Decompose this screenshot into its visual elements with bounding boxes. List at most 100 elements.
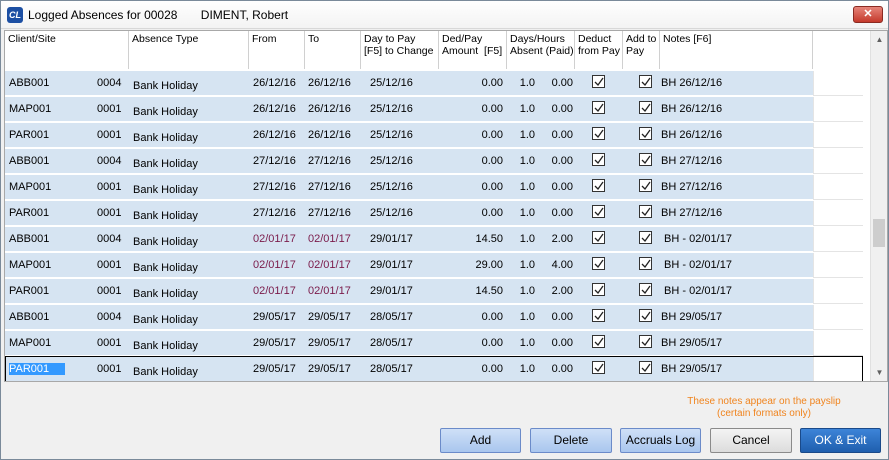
cell-client[interactable]: PAR001	[9, 129, 49, 142]
cell-client[interactable]: ABB001	[9, 233, 49, 246]
cell-amount[interactable]: 14.50	[439, 285, 503, 298]
cell-client[interactable]: PAR001	[9, 207, 49, 220]
cell-site[interactable]: 0001	[97, 363, 121, 376]
cell-notes[interactable]: BH - 02/01/17	[661, 233, 732, 246]
cell-to-date[interactable]: 02/01/17	[308, 285, 351, 298]
scroll-down-icon[interactable]: ▼	[871, 364, 887, 381]
cell-days[interactable]: 1.0	[507, 285, 535, 298]
cell-notes[interactable]: BH 26/12/16	[661, 103, 722, 116]
add-to-pay-checkbox[interactable]	[639, 179, 652, 192]
cell-to-date[interactable]: 29/05/17	[308, 363, 351, 376]
cell-days[interactable]: 1.0	[507, 181, 535, 194]
deduct-checkbox[interactable]	[592, 153, 605, 166]
cell-site[interactable]: 0004	[97, 155, 121, 168]
cell-amount[interactable]: 0.00	[439, 77, 503, 90]
cell-site[interactable]: 0001	[97, 103, 121, 116]
cell-from-date[interactable]: 02/01/17	[253, 259, 296, 272]
cell-client[interactable]: ABB001	[9, 311, 49, 324]
cell-paid-hours[interactable]: 0.00	[539, 363, 573, 376]
cell-site[interactable]: 0001	[97, 207, 121, 220]
cell-amount[interactable]: 0.00	[439, 103, 503, 116]
cell-notes[interactable]: BH 27/12/16	[661, 207, 722, 220]
deduct-checkbox[interactable]	[592, 231, 605, 244]
cell-days[interactable]: 1.0	[507, 103, 535, 116]
cell-day-to-pay[interactable]: 25/12/16	[370, 207, 413, 220]
cell-to-date[interactable]: 27/12/16	[308, 207, 351, 220]
cell-to-date[interactable]: 27/12/16	[308, 155, 351, 168]
cell-paid-hours[interactable]: 0.00	[539, 103, 573, 116]
cell-day-to-pay[interactable]: 25/12/16	[370, 77, 413, 90]
scroll-up-icon[interactable]: ▲	[871, 31, 887, 48]
cell-notes[interactable]: BH 29/05/17	[661, 337, 722, 350]
cell-days[interactable]: 1.0	[507, 129, 535, 142]
cell-from-date[interactable]: 02/01/17	[253, 285, 296, 298]
add-to-pay-checkbox[interactable]	[639, 153, 652, 166]
cell-absence-type[interactable]: Bank Holiday	[133, 236, 198, 249]
cell-site[interactable]: 0001	[97, 181, 121, 194]
cell-notes[interactable]: BH 27/12/16	[661, 181, 722, 194]
vertical-scrollbar[interactable]: ▲ ▼	[870, 31, 887, 381]
absence-row[interactable]: ABB001 0004 Bank Holiday 26/12/16 26/12/16 25…	[5, 71, 863, 97]
header-absence-type[interactable]: Absence Type	[129, 31, 249, 69]
absence-row[interactable]: ABB001 0004 Bank Holiday 27/12/16 27/12/16 25…	[5, 149, 863, 175]
cell-absence-type[interactable]: Bank Holiday	[133, 184, 198, 197]
cell-day-to-pay[interactable]: 28/05/17	[370, 311, 413, 324]
cell-paid-hours[interactable]: 0.00	[539, 155, 573, 168]
ok-exit-button[interactable]: OK & Exit	[800, 428, 881, 453]
cell-client[interactable]: MAP001	[9, 259, 51, 272]
cell-site[interactable]: 0001	[97, 259, 121, 272]
absence-row[interactable]: MAP001 0001 Bank Holiday 29/05/17 29/05/17 28…	[5, 331, 863, 357]
cell-amount[interactable]: 0.00	[439, 337, 503, 350]
cell-notes[interactable]: BH 27/12/16	[661, 155, 722, 168]
cell-day-to-pay[interactable]: 29/01/17	[370, 259, 413, 272]
header-from[interactable]: From	[249, 31, 305, 69]
deduct-checkbox[interactable]	[592, 361, 605, 374]
cell-site[interactable]: 0001	[97, 337, 121, 350]
cell-day-to-pay[interactable]: 25/12/16	[370, 103, 413, 116]
absence-row[interactable]: ABB001 0004 Bank Holiday 02/01/17 02/01/17 29…	[5, 227, 863, 253]
cell-to-date[interactable]: 29/05/17	[308, 311, 351, 324]
header-days-hours[interactable]: Days/Hours Absent (Paid)	[507, 31, 575, 69]
cell-client[interactable]: MAP001	[9, 181, 51, 194]
add-to-pay-checkbox[interactable]	[639, 231, 652, 244]
cell-from-date[interactable]: 29/05/17	[253, 311, 296, 324]
cell-notes[interactable]: BH - 02/01/17	[661, 259, 732, 272]
cell-day-to-pay[interactable]: 28/05/17	[370, 337, 413, 350]
header-notes[interactable]: Notes [F6]	[660, 31, 813, 69]
cell-from-date[interactable]: 27/12/16	[253, 155, 296, 168]
cell-paid-hours[interactable]: 0.00	[539, 129, 573, 142]
absence-row[interactable]: ABB001 0004 Bank Holiday 29/05/17 29/05/17 28…	[5, 305, 863, 331]
add-to-pay-checkbox[interactable]	[639, 205, 652, 218]
cell-absence-type[interactable]: Bank Holiday	[133, 262, 198, 275]
close-button[interactable]: ✕	[853, 6, 883, 23]
cell-from-date[interactable]: 26/12/16	[253, 103, 296, 116]
cell-amount[interactable]: 0.00	[439, 311, 503, 324]
cell-amount[interactable]: 29.00	[439, 259, 503, 272]
cell-paid-hours[interactable]: 0.00	[539, 337, 573, 350]
cell-day-to-pay[interactable]: 28/05/17	[370, 363, 413, 376]
cell-days[interactable]: 1.0	[507, 363, 535, 376]
cell-absence-type[interactable]: Bank Holiday	[133, 132, 198, 145]
cell-client[interactable]: ABB001	[9, 77, 49, 90]
cell-from-date[interactable]: 02/01/17	[253, 233, 296, 246]
deduct-checkbox[interactable]	[592, 127, 605, 140]
cell-amount[interactable]: 14.50	[439, 233, 503, 246]
cell-amount[interactable]: 0.00	[439, 207, 503, 220]
cell-days[interactable]: 1.0	[507, 233, 535, 246]
absence-row[interactable]: PAR001 0001 Bank Holiday 27/12/16 27/12/16 25…	[5, 201, 863, 227]
cell-paid-hours[interactable]: 4.00	[539, 259, 573, 272]
deduct-checkbox[interactable]	[592, 257, 605, 270]
cell-from-date[interactable]: 29/05/17	[253, 337, 296, 350]
cell-days[interactable]: 1.0	[507, 77, 535, 90]
cell-absence-type[interactable]: Bank Holiday	[133, 366, 198, 379]
absence-row[interactable]: MAP001 0001 Bank Holiday 02/01/17 02/01/17 29…	[5, 253, 863, 279]
cell-absence-type[interactable]: Bank Holiday	[133, 314, 198, 327]
cell-client[interactable]: MAP001	[9, 103, 51, 116]
cell-day-to-pay[interactable]: 25/12/16	[370, 129, 413, 142]
deduct-checkbox[interactable]	[592, 309, 605, 322]
add-to-pay-checkbox[interactable]	[639, 101, 652, 114]
title-bar[interactable]: CL Logged Absences for 00028 DIMENT, Rob…	[1, 1, 888, 29]
add-to-pay-checkbox[interactable]	[639, 309, 652, 322]
delete-button[interactable]: Delete	[530, 428, 612, 453]
cell-paid-hours[interactable]: 0.00	[539, 181, 573, 194]
